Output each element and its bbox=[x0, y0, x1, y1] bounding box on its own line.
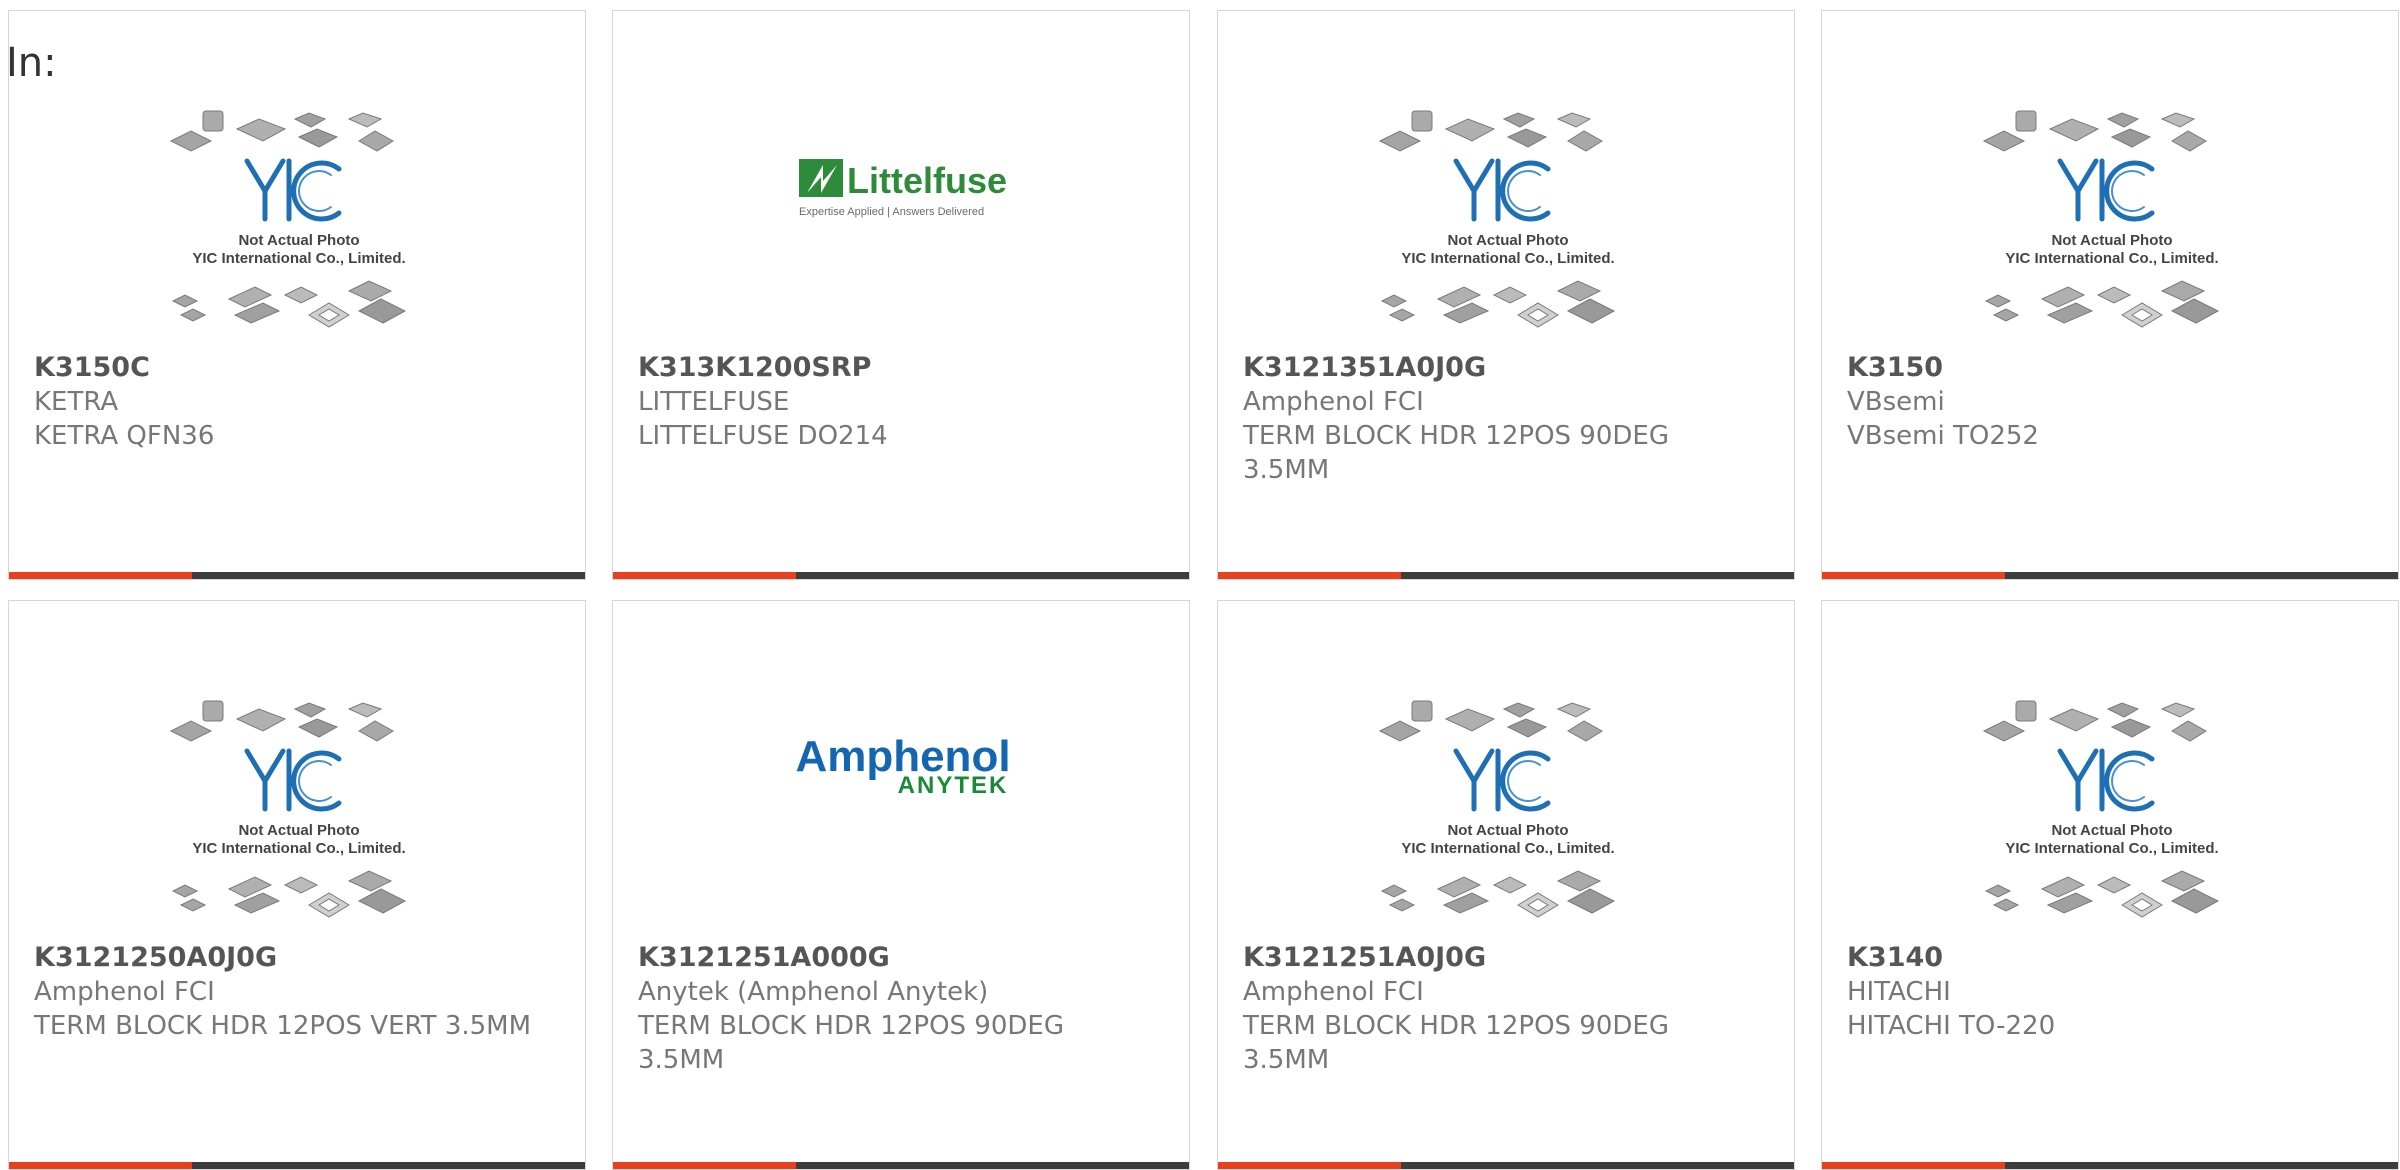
product-card[interactable]: Not Actual Photo YIC International Co., … bbox=[8, 10, 586, 580]
card-bottom-bar-accent bbox=[1218, 1162, 1401, 1169]
manufacturer: Anytek (Amphenol Anytek) bbox=[638, 977, 989, 1007]
yic-placeholder-image: Not Actual Photo YIC International Co., … bbox=[1982, 110, 2220, 328]
description: LITTELFUSE DO214 bbox=[638, 421, 888, 451]
manufacturer: HITACHI bbox=[1847, 977, 1951, 1007]
yic-placeholder-image: Not Actual Photo YIC International Co., … bbox=[1378, 110, 1616, 328]
yic-logo-icon bbox=[1453, 158, 1551, 222]
product-card[interactable]: Not Actual Photo YIC International Co., … bbox=[1821, 10, 2399, 580]
card-bottom-bar-accent bbox=[1822, 572, 2005, 579]
chip-icons-bottom bbox=[171, 280, 407, 328]
product-card[interactable]: Littelfuse Expertise Applied | Answers D… bbox=[612, 10, 1190, 580]
yic-logo-icon bbox=[1453, 748, 1551, 812]
description: TERM BLOCK HDR 12POS 90DEG 3.5MM bbox=[638, 1011, 1064, 1075]
product-card[interactable]: Not Actual Photo YIC International Co., … bbox=[1217, 600, 1795, 1170]
yic-logo-icon bbox=[2057, 158, 2155, 222]
product-image[interactable]: Amphenol ANYTEK bbox=[763, 691, 1043, 941]
card-bottom-bar-accent bbox=[1218, 572, 1401, 579]
chip-icons-bottom bbox=[171, 870, 407, 918]
description: HITACHI TO-220 bbox=[1847, 1011, 2056, 1041]
placeholder-line1: Not Actual Photo bbox=[1447, 822, 1568, 839]
description: TERM BLOCK HDR 12POS 90DEG 3.5MM bbox=[1243, 421, 1669, 485]
littelfuse-name: Littelfuse bbox=[847, 160, 1007, 201]
placeholder-line1: Not Actual Photo bbox=[2051, 822, 2172, 839]
manufacturer: VBsemi bbox=[1847, 387, 1945, 417]
placeholder-line1: Not Actual Photo bbox=[2051, 232, 2172, 249]
manufacturer: LITTELFUSE bbox=[638, 387, 790, 417]
manufacturer: Amphenol FCI bbox=[1243, 977, 1424, 1007]
part-number-link[interactable]: K3150C bbox=[34, 351, 554, 385]
card-bottom-bar-accent bbox=[613, 572, 796, 579]
product-info: K3140 HITACHI HITACHI TO-220 bbox=[1847, 941, 2367, 1043]
part-number-link[interactable]: K3140 bbox=[1847, 941, 2367, 975]
part-number-link[interactable]: K3121250A0J0G bbox=[34, 941, 554, 975]
product-image[interactable]: Not Actual Photo YIC International Co., … bbox=[159, 691, 439, 941]
description: TERM BLOCK HDR 12POS VERT 3.5MM bbox=[34, 1011, 532, 1041]
chip-icons-bottom bbox=[1380, 280, 1616, 328]
placeholder-line2: YIC International Co., Limited. bbox=[1401, 250, 1614, 267]
manufacturer: KETRA bbox=[34, 387, 119, 417]
chip-icons-top bbox=[1378, 110, 1603, 152]
chip-icons-top bbox=[1982, 700, 2207, 742]
chip-icons-top bbox=[1378, 700, 1603, 742]
part-number-link[interactable]: K3121251A0J0G bbox=[1243, 941, 1763, 975]
chip-icons-bottom bbox=[1380, 870, 1616, 918]
anytek-name: ANYTEK bbox=[898, 772, 1009, 799]
littelfuse-logo-image: Littelfuse Expertise Applied | Answers D… bbox=[799, 159, 1007, 218]
part-number-link[interactable]: K3121251A000G bbox=[638, 941, 1158, 975]
description: VBsemi TO252 bbox=[1847, 421, 2039, 451]
product-card[interactable]: Not Actual Photo YIC International Co., … bbox=[1821, 600, 2399, 1170]
manufacturer: Amphenol FCI bbox=[1243, 387, 1424, 417]
manufacturer: Amphenol FCI bbox=[34, 977, 215, 1007]
description: KETRA QFN36 bbox=[34, 421, 215, 451]
littelfuse-tagline: Expertise Applied | Answers Delivered bbox=[799, 206, 984, 218]
part-number-link[interactable]: K313K1200SRP bbox=[638, 351, 1158, 385]
product-card[interactable]: Amphenol ANYTEK K3121251A000G Anytek (Amp… bbox=[612, 600, 1190, 1170]
card-bottom-bar-accent bbox=[9, 1162, 192, 1169]
yic-placeholder-image: Not Actual Photo YIC International Co., … bbox=[169, 110, 407, 328]
part-number-link[interactable]: K3150 bbox=[1847, 351, 2367, 385]
in-label: In: bbox=[6, 40, 57, 86]
yic-logo-icon bbox=[244, 748, 342, 812]
product-card[interactable]: Not Actual Photo YIC International Co., … bbox=[8, 600, 586, 1170]
yic-placeholder-image: Not Actual Photo YIC International Co., … bbox=[1982, 700, 2220, 918]
yic-placeholder-image: Not Actual Photo YIC International Co., … bbox=[169, 700, 407, 918]
product-info: K313K1200SRP LITTELFUSE LITTELFUSE DO214 bbox=[638, 351, 1158, 453]
product-info: K3121251A000G Anytek (Amphenol Anytek) TER… bbox=[638, 941, 1158, 1077]
chip-icons-top bbox=[169, 110, 394, 152]
chip-icons-bottom bbox=[1984, 280, 2220, 328]
card-bottom-bar-accent bbox=[1822, 1162, 2005, 1169]
product-info: K3150 VBsemi VBsemi TO252 bbox=[1847, 351, 2367, 453]
yic-placeholder-image: Not Actual Photo YIC International Co., … bbox=[1378, 700, 1616, 918]
card-bottom-bar-accent bbox=[9, 572, 192, 579]
placeholder-line1: Not Actual Photo bbox=[1447, 232, 1568, 249]
placeholder-line2: YIC International Co., Limited. bbox=[192, 840, 405, 857]
chip-icons-bottom bbox=[1984, 870, 2220, 918]
placeholder-line1: Not Actual Photo bbox=[238, 232, 359, 249]
product-image[interactable]: Not Actual Photo YIC International Co., … bbox=[159, 101, 439, 351]
littelfuse-logo-icon bbox=[799, 159, 843, 197]
product-image[interactable]: Not Actual Photo YIC International Co., … bbox=[1368, 101, 1648, 351]
product-image[interactable]: Not Actual Photo YIC International Co., … bbox=[1972, 691, 2252, 941]
product-image[interactable]: Littelfuse Expertise Applied | Answers D… bbox=[763, 101, 1043, 351]
placeholder-line2: YIC International Co., Limited. bbox=[2005, 250, 2218, 267]
placeholder-line1: Not Actual Photo bbox=[238, 822, 359, 839]
chip-icons-top bbox=[169, 700, 394, 742]
chip-icons-top bbox=[1982, 110, 2207, 152]
card-bottom-bar-accent bbox=[613, 1162, 796, 1169]
product-info: K3121250A0J0G Amphenol FCI TERM BLOCK HDR … bbox=[34, 941, 554, 1043]
description: TERM BLOCK HDR 12POS 90DEG 3.5MM bbox=[1243, 1011, 1669, 1075]
product-image[interactable]: Not Actual Photo YIC International Co., … bbox=[1368, 691, 1648, 941]
product-info: K3121251A0J0G Amphenol FCI TERM BLOCK HDR … bbox=[1243, 941, 1763, 1077]
placeholder-line2: YIC International Co., Limited. bbox=[1401, 840, 1614, 857]
product-card[interactable]: Not Actual Photo YIC International Co., … bbox=[1217, 10, 1795, 580]
yic-logo-icon bbox=[244, 158, 342, 222]
placeholder-line2: YIC International Co., Limited. bbox=[192, 250, 405, 267]
placeholder-line2: YIC International Co., Limited. bbox=[2005, 840, 2218, 857]
product-info: K3150C KETRA KETRA QFN36 bbox=[34, 351, 554, 453]
product-info: K3121351A0J0G Amphenol FCI TERM BLOCK HDR … bbox=[1243, 351, 1763, 487]
product-image[interactable]: Not Actual Photo YIC International Co., … bbox=[1972, 101, 2252, 351]
yic-logo-icon bbox=[2057, 748, 2155, 812]
part-number-link[interactable]: K3121351A0J0G bbox=[1243, 351, 1763, 385]
amphenol-logo-image: Amphenol ANYTEK bbox=[795, 732, 1010, 799]
